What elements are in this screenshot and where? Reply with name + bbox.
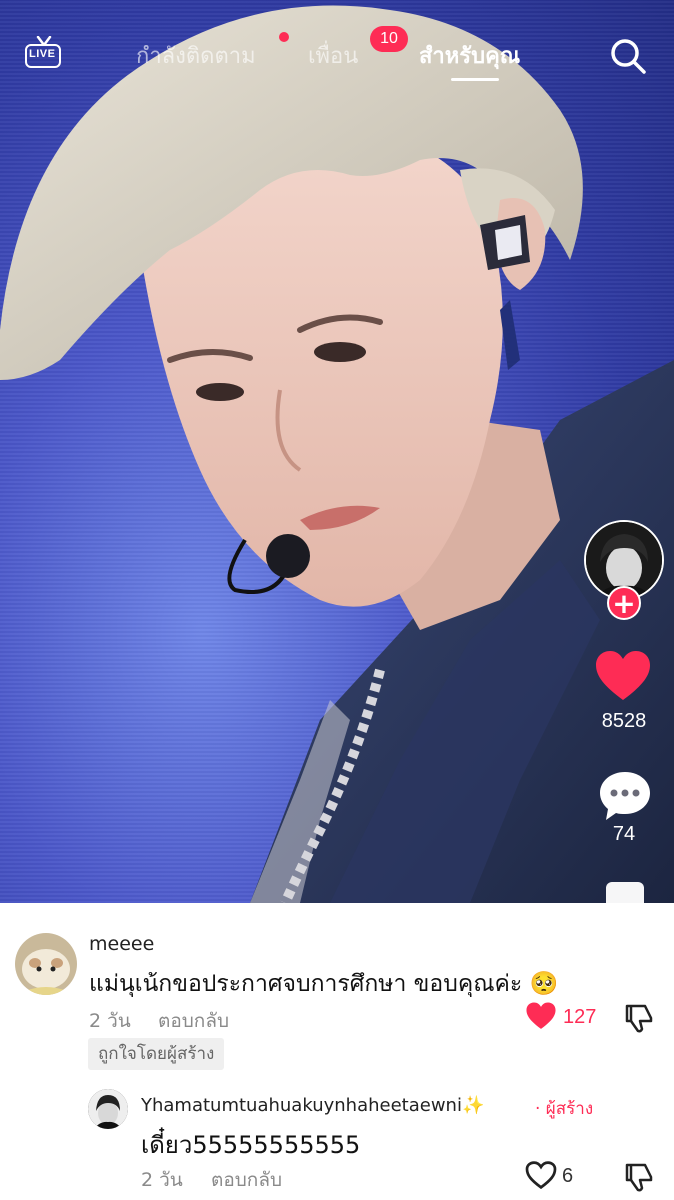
comment-count: 74: [612, 823, 636, 845]
follow-plus-button[interactable]: +: [607, 586, 641, 620]
live-label: LIVE: [29, 48, 56, 60]
comment-icon[interactable]: [598, 770, 652, 822]
reply-text: เดี๋ยว55555555555: [141, 1131, 361, 1159]
hamster-avatar-image: [15, 933, 77, 995]
comment-time: 2 วัน: [89, 1010, 131, 1032]
following-notification-dot: [279, 32, 289, 42]
bookmark-icon[interactable]: [606, 882, 644, 903]
comment-avatar[interactable]: [15, 933, 77, 995]
live-button[interactable]: LIVE: [25, 36, 65, 70]
comments-sheet: meeee แม่นุเน้กขอประกาศจบการศึกษา ขอบคุณ…: [0, 903, 674, 1200]
reply-like-count: 6: [562, 1165, 574, 1187]
dislike-icon[interactable]: [623, 1002, 655, 1034]
search-icon[interactable]: [608, 36, 648, 76]
liked-by-creator-tag: ถูกใจโดยผู้สร้าง: [88, 1038, 225, 1070]
comment-like-count: 127: [563, 1006, 597, 1028]
heart-icon[interactable]: [594, 650, 652, 702]
reply-avatar[interactable]: [88, 1089, 128, 1129]
tab-friends[interactable]: เพื่อน: [308, 38, 358, 73]
like-count: 8528: [601, 710, 647, 732]
video-player[interactable]: LIVE กำลังติดตาม เพื่อน 10 สำหรับคุณ + 8…: [0, 0, 674, 903]
top-navigation: LIVE กำลังติดตาม เพื่อน 10 สำหรับคุณ: [0, 22, 674, 82]
comment-text: แม่นุเน้กขอประกาศจบการศึกษา ขอบคุณค่ะ 🥺: [89, 971, 559, 997]
creator-label: · ผู้สร้าง: [535, 1099, 594, 1119]
active-tab-indicator: [451, 78, 499, 81]
app-screen: LIVE กำลังติดตาม เพื่อน 10 สำหรับคุณ + 8…: [0, 0, 674, 1200]
friends-badge: 10: [370, 26, 408, 52]
tab-for-you[interactable]: สำหรับคุณ: [419, 38, 520, 73]
reply-time: 2 วัน: [141, 1169, 183, 1191]
comment-username[interactable]: meeee: [89, 933, 154, 955]
reply-button-2[interactable]: ตอบกลับ: [211, 1165, 282, 1195]
reply-username[interactable]: Yhamatumtuahuakuynhaheetaewni✨: [141, 1095, 484, 1116]
reply-dislike-icon[interactable]: [623, 1161, 655, 1193]
reply-avatar-image: [88, 1089, 128, 1129]
comment-heart-icon[interactable]: [525, 1002, 557, 1030]
tab-following[interactable]: กำลังติดตาม: [136, 38, 256, 73]
reply-button[interactable]: ตอบกลับ: [158, 1006, 229, 1036]
reply-heart-icon[interactable]: [525, 1161, 557, 1189]
performer-image: [0, 5, 674, 903]
